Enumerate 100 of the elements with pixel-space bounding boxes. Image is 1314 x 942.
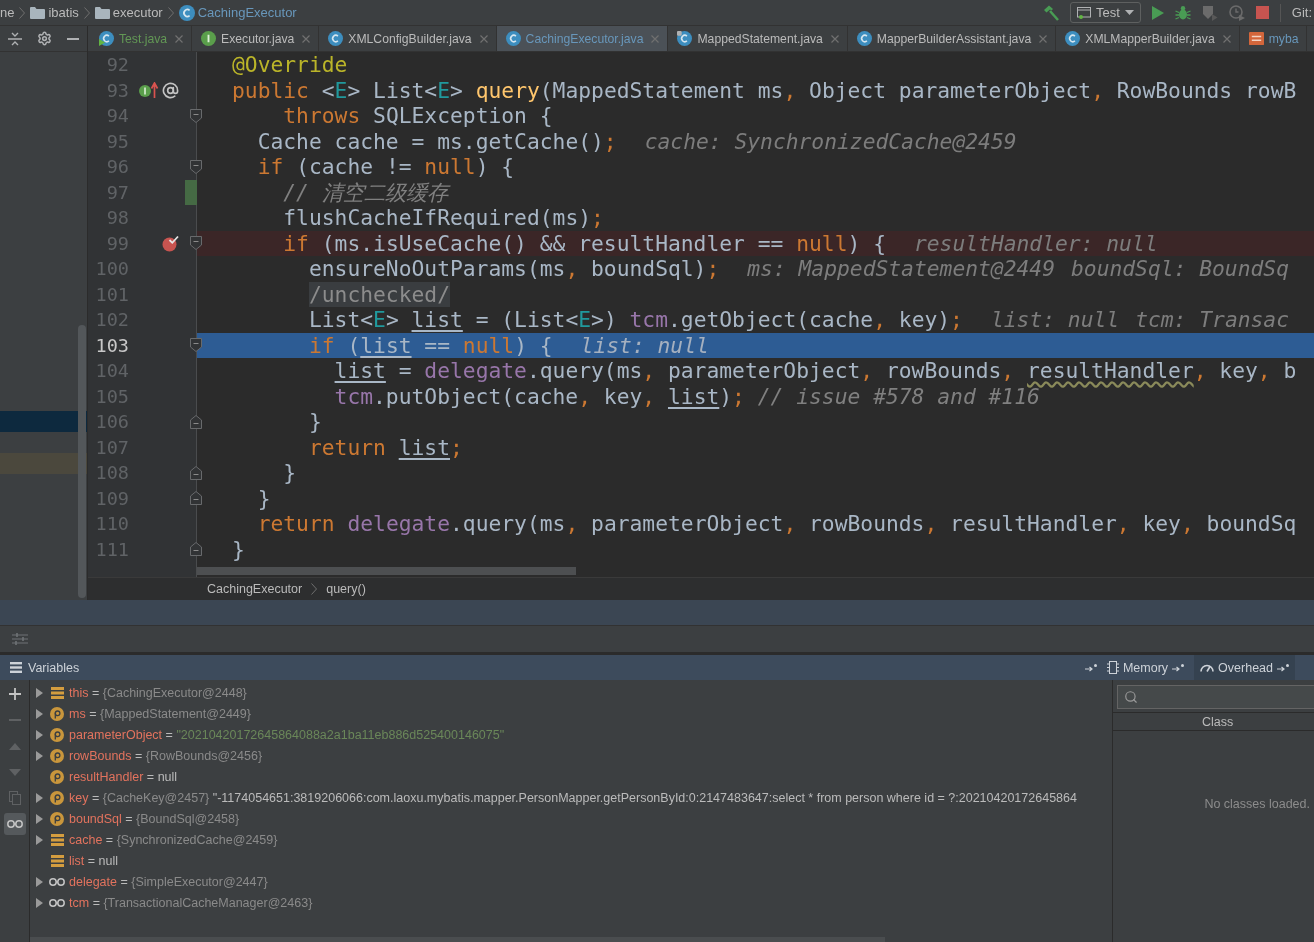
variable-entry[interactable]: list = null	[69, 853, 119, 868]
collapse-all-icon[interactable]	[8, 31, 22, 46]
search-field[interactable]	[1117, 685, 1314, 709]
glasses-icon[interactable]	[6, 820, 23, 828]
code-line: tcm.putObject(cache, key, list); // issue #578 and #116	[334, 383, 1040, 409]
final-class-icon	[677, 31, 693, 46]
panel-tab[interactable]: Overhead	[1194, 655, 1295, 680]
glasses-icon	[49, 898, 65, 907]
breakpoint-icon[interactable]	[162, 234, 179, 252]
scrollbar-thumb[interactable]	[30, 937, 885, 942]
pin-arrow-icon[interactable]	[1277, 663, 1289, 672]
fold-icon[interactable]	[190, 108, 202, 123]
fold-icon[interactable]	[190, 491, 202, 506]
variable-entry[interactable]: boundSql = {BoundSql@2458}	[69, 811, 240, 826]
variable-entry[interactable]: parameterObject = "20210420172645864088a2a1ba11eb886d525400146075"	[69, 727, 505, 742]
code-line: }	[283, 460, 297, 486]
fold-icon[interactable]	[190, 236, 202, 251]
code-line: flushCacheIfRequired(ms);	[283, 205, 604, 231]
breadcrumb-item[interactable]: CachingExecutor	[178, 4, 297, 21]
variable-entry[interactable]: rowBounds = {RowBounds@2456}	[69, 748, 263, 763]
class-icon	[328, 31, 344, 46]
code-line: list = delegate.query(ms, parameterObject, rowBounds, resultHandler, key, b	[334, 358, 1297, 384]
inline-value-hint: list: null	[580, 332, 709, 358]
settings-icon[interactable]	[37, 31, 52, 46]
code-line: }	[232, 536, 245, 562]
scrollbar-thumb[interactable]	[197, 567, 576, 575]
expand-arrow-icon[interactable]	[35, 897, 43, 908]
editor-tab[interactable]: myba	[1239, 26, 1308, 51]
folder-icon	[30, 6, 46, 19]
expand-arrow-icon[interactable]	[35, 813, 43, 824]
panel-tab[interactable]: Memory	[1100, 655, 1191, 680]
fold-icon[interactable]	[190, 465, 202, 480]
fold-icon[interactable]	[190, 338, 202, 353]
variable-entry[interactable]: key = {CacheKey@2457} "-1174054651:3819206066:com.laoxu.mybatis.mapper.PersonMapper.getPersonById:0:2147483647:select * from person where id = ?:20210420172645864	[69, 790, 1077, 805]
gauge-icon	[1200, 663, 1215, 672]
play-icon[interactable]	[1151, 5, 1164, 20]
expand-arrow-icon[interactable]	[35, 834, 43, 845]
class-icon	[1065, 31, 1081, 46]
close-icon[interactable]	[479, 34, 488, 43]
expand-arrow-icon[interactable]	[35, 750, 43, 761]
close-icon[interactable]	[302, 34, 311, 43]
code-line: List<E> list = (List<E>) tcm.getObject(cache, key);	[308, 307, 963, 333]
expand-arrow-icon[interactable]	[35, 687, 43, 698]
fold-icon[interactable]	[190, 159, 202, 174]
pin-arrow-icon[interactable]	[1172, 663, 1185, 672]
code-line: if (cache != null) {	[257, 154, 515, 180]
close-icon[interactable]	[1222, 34, 1231, 43]
breadcrumb-item[interactable]: CachingExecutor	[207, 582, 303, 596]
interface-arrow-icon[interactable]	[139, 82, 159, 99]
selected-tree-row[interactable]	[0, 411, 87, 432]
variable-entry[interactable]: cache = {SynchronizedCache@2459}	[69, 832, 278, 847]
variable-entry[interactable]: tcm = {TransactionalCacheManager@2463}	[69, 895, 313, 910]
inline-value-hint: cache: SynchronizedCache@2459	[644, 128, 1017, 154]
add-icon[interactable]	[8, 688, 21, 700]
close-icon[interactable]	[830, 34, 839, 43]
interface-icon	[201, 31, 217, 46]
code-line: return list;	[308, 434, 463, 460]
empty-state-text: No classes loaded.	[1203, 797, 1311, 811]
inline-value-hint: list: null	[990, 307, 1120, 333]
variable-entry[interactable]: delegate = {SimpleExecutor@2447}	[69, 874, 268, 889]
scrollbar-thumb[interactable]	[78, 325, 86, 598]
expand-arrow-icon[interactable]	[35, 729, 43, 740]
breadcrumb-item[interactable]: query()	[326, 582, 366, 596]
fold-icon[interactable]	[190, 542, 202, 557]
hammer-icon[interactable]	[1042, 4, 1059, 21]
editor-tab[interactable]: MapperBuilderAssistant.java	[847, 26, 1057, 51]
chevron-icon	[83, 6, 90, 19]
editor-tab[interactable]: MappedStatement.java	[668, 26, 848, 51]
inline-value-hint: resultHandler: null	[913, 230, 1158, 256]
pin-arrow-icon[interactable]	[1084, 663, 1097, 672]
close-icon[interactable]	[1039, 34, 1048, 43]
breadcrumb-item[interactable]: ne	[0, 5, 15, 20]
toggle-button[interactable]	[3, 813, 26, 835]
variable-entry[interactable]: ms = {MappedStatement@2449}	[69, 706, 251, 721]
column-header[interactable]: Class	[1113, 712, 1314, 731]
line-number: 103	[94, 333, 130, 358]
variable-entry[interactable]: this = {CachingExecutor@2448}	[69, 685, 247, 700]
git-label[interactable]: Git:	[1291, 5, 1312, 20]
breadcrumb-item[interactable]: executor	[94, 5, 163, 20]
inline-value-hint: ms: MappedStatement@2449	[747, 256, 1055, 282]
editor-tab[interactable]: Executor.java	[192, 26, 320, 51]
close-icon[interactable]	[175, 34, 184, 43]
expand-arrow-icon[interactable]	[35, 876, 43, 887]
p-circle-icon	[50, 811, 64, 826]
run-config-dropdown[interactable]: Test	[1069, 2, 1141, 23]
editor-tab[interactable]: XMLConfigBuilder.java	[319, 26, 497, 51]
editor-tab[interactable]: XMLMapperBuilder.java	[1056, 26, 1240, 51]
expand-arrow-icon[interactable]	[35, 708, 43, 719]
minimize-icon[interactable]	[67, 37, 79, 40]
editor-tab[interactable]: Test.java	[90, 26, 193, 51]
variable-entry[interactable]: resultHandler = null	[69, 769, 178, 784]
breadcrumb-item[interactable]: ibatis	[30, 5, 79, 20]
colored-tree-row[interactable]	[0, 453, 87, 474]
bug-icon[interactable]	[1174, 4, 1191, 21]
sliders-icon[interactable]	[12, 633, 28, 645]
fold-icon[interactable]	[190, 414, 202, 429]
code-line: Cache cache = ms.getCache();	[257, 128, 617, 154]
at-sign-icon[interactable]	[162, 81, 179, 99]
expand-arrow-icon[interactable]	[35, 792, 43, 803]
stop-icon[interactable]	[1255, 6, 1269, 19]
